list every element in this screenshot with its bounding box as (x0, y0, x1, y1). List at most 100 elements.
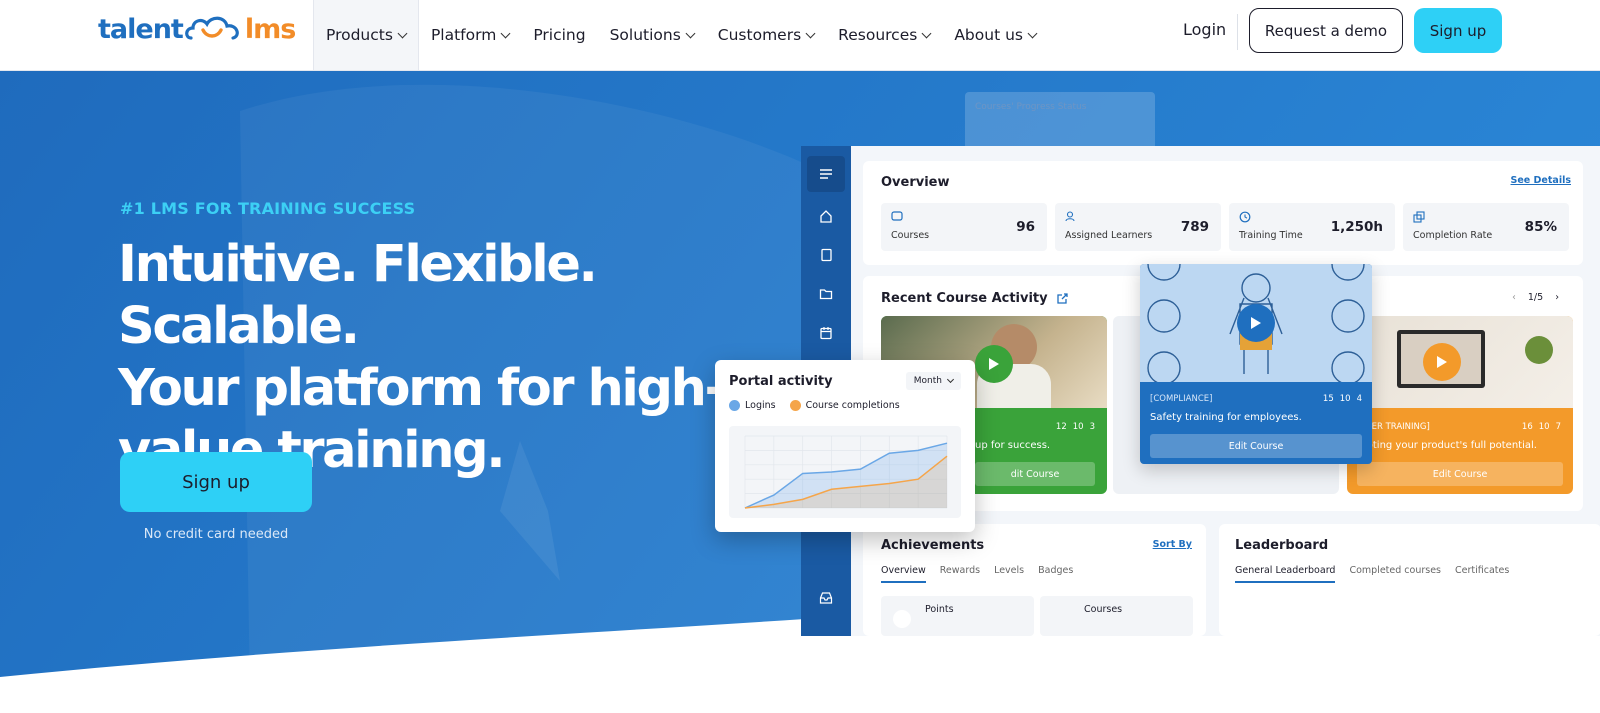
chevron-down-icon (946, 375, 955, 384)
portal-activity-chart (729, 426, 961, 518)
courses-icon (891, 211, 903, 221)
portal-activity-card: Portal activity Month Logins Course comp… (715, 360, 975, 532)
hero-eyebrow: #1 LMS FOR TRAINING SUCCESS (120, 199, 416, 218)
sort-by-link[interactable]: Sort By (1153, 539, 1192, 550)
overview-title: Overview (881, 175, 950, 190)
tab-overview[interactable]: Overview (881, 565, 926, 583)
signup-button-header[interactable]: Sign up (1414, 8, 1502, 53)
ghost-card-title: Courses' Progress Status (975, 102, 1087, 112)
tab-rewards[interactable]: Rewards (940, 565, 980, 583)
nav-item-pricing[interactable]: Pricing (521, 0, 597, 70)
units-count: 10 (1072, 422, 1084, 432)
external-link-icon[interactable] (1056, 292, 1069, 305)
stat-label: Training Time (1239, 230, 1303, 241)
book-icon[interactable] (812, 241, 840, 269)
completion-icon (1413, 211, 1425, 223)
no-credit-card-note: No credit card needed (143, 527, 289, 542)
globe-icon (893, 610, 911, 628)
nav-item-solutions[interactable]: Solutions (598, 0, 706, 70)
nav-item-about-us[interactable]: About us (942, 0, 1048, 70)
tab-badges[interactable]: Badges (1038, 565, 1073, 583)
chart-legend: Logins Course completions (729, 400, 900, 411)
units-count: 10 (1538, 422, 1550, 432)
stat-training-time: Training Time 1,250h (1229, 203, 1395, 251)
lessons-count: 15 (1322, 394, 1334, 404)
chevron-down-icon (805, 28, 816, 38)
logo-text-talent: talent (98, 13, 184, 45)
achievements-card: Achievements Sort By Overview Rewards Le… (863, 524, 1206, 636)
nav-item-label: Products (326, 26, 393, 44)
nav-item-products[interactable]: Products (313, 0, 419, 70)
stat-label: Courses (891, 230, 930, 241)
courses-tile: Courses (1040, 596, 1193, 636)
tab-certificates[interactable]: Certificates (1455, 565, 1509, 583)
stat-value: 789 (1180, 219, 1209, 235)
legend-swatch (789, 400, 801, 411)
edit-course-button[interactable]: Edit Course (1357, 462, 1563, 486)
legend-completions: Course completions (789, 400, 900, 411)
achievements-title: Achievements (881, 538, 985, 553)
stat-courses: Courses 96 (881, 203, 1047, 251)
legend-logins: Logins (729, 400, 776, 411)
legend-label: Course completions (805, 400, 900, 411)
edit-course-button[interactable]: Edit Course (1150, 434, 1362, 458)
stat-label: Assigned Learners (1065, 230, 1153, 241)
courses-progress-card-ghost: Courses' Progress Status (965, 92, 1155, 152)
leaderboard-tabs: General Leaderboard Completed courses Ce… (1235, 565, 1509, 583)
talentlms-logo[interactable]: talent lms (98, 12, 296, 46)
period-value: Month (913, 376, 942, 386)
next-arrow-icon[interactable]: › (1555, 292, 1559, 303)
folder-icon[interactable] (812, 280, 840, 308)
course-card-3: STOMER TRAINING] 16 10 7 romoting your p… (1347, 316, 1573, 494)
inbox-icon[interactable] (812, 584, 840, 612)
files-count: 7 (1555, 422, 1561, 432)
login-link[interactable]: Login (1183, 20, 1226, 39)
nav-item-label: About us (954, 26, 1023, 44)
menu-icon[interactable] (807, 156, 845, 192)
nav-item-resources[interactable]: Resources (826, 0, 942, 70)
leaderboard-title: Leaderboard (1235, 538, 1329, 553)
legend-label: Logins (745, 400, 776, 411)
stat-value: 1,250h (1330, 219, 1383, 235)
play-icon[interactable] (1423, 343, 1461, 381)
tab-general-leaderboard[interactable]: General Leaderboard (1235, 565, 1336, 583)
course-description: Safety training for employees. (1150, 412, 1302, 423)
play-icon[interactable] (1237, 304, 1275, 342)
nav-item-label: Resources (838, 26, 918, 44)
hero-headline-line-1: Intuitive. Flexible. Scalable. (118, 235, 598, 356)
request-demo-button[interactable]: Request a demo (1249, 8, 1403, 53)
calendar-icon[interactable] (812, 319, 840, 347)
top-navigation: talent lms Products Platform Pricing Soluti… (0, 0, 1600, 71)
lessons-count: 12 (1055, 422, 1067, 432)
edit-course-button[interactable]: dit Course (975, 462, 1095, 486)
nav-item-customers[interactable]: Customers (706, 0, 826, 70)
files-count: 4 (1356, 394, 1362, 404)
stat-value: 85% (1524, 219, 1557, 235)
chevron-down-icon (397, 28, 408, 38)
points-label: Points (925, 604, 954, 615)
stat-assigned-learners: Assigned Learners 789 (1055, 203, 1221, 251)
nav-item-platform[interactable]: Platform (419, 0, 521, 70)
hero-signup-button[interactable]: Sign up (120, 452, 312, 512)
points-tile: Points (881, 596, 1034, 636)
period-select[interactable]: Month (905, 372, 961, 390)
hero-headline-line-2: Your platform for high- (118, 359, 726, 418)
files-count: 3 (1089, 422, 1095, 432)
plant-figure (1525, 336, 1553, 364)
tab-completed-courses[interactable]: Completed courses (1349, 565, 1441, 583)
nav-divider (1237, 14, 1238, 50)
course-card-meta: 16 10 7 (1522, 422, 1561, 432)
leaderboard-card: Leaderboard General Leaderboard Complete… (1219, 524, 1600, 636)
learners-icon (1065, 211, 1075, 221)
prev-arrow-icon[interactable]: ‹ (1512, 292, 1516, 303)
course-category-tag: [COMPLIANCE] (1150, 394, 1213, 404)
pager-text: 1/5 (1527, 292, 1544, 303)
tab-levels[interactable]: Levels (994, 565, 1024, 583)
play-icon[interactable] (975, 345, 1013, 383)
see-details-link[interactable]: See Details (1511, 175, 1571, 186)
chevron-down-icon (921, 28, 932, 38)
overview-card: Overview See Details Courses 96 Assigned… (863, 161, 1583, 265)
home-icon[interactable] (812, 202, 840, 230)
hero-headline: Intuitive. Flexible. Scalable. Your plat… (118, 234, 798, 482)
stat-value: 96 (1016, 219, 1035, 235)
